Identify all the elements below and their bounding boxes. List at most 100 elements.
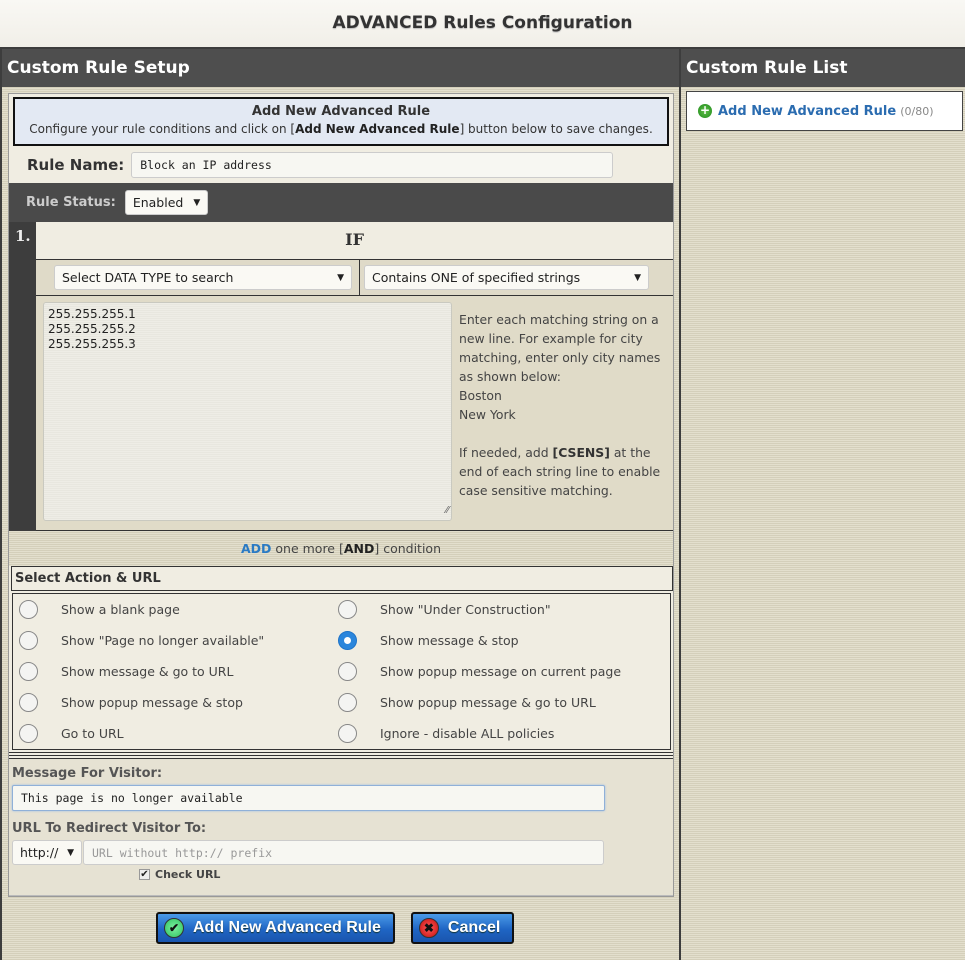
resize-grip-icon[interactable]: ⁄⁄ bbox=[446, 503, 449, 518]
match-type-select[interactable]: Contains ONE of specified strings ▼ bbox=[364, 265, 649, 290]
action-option-go-to-url[interactable]: Go to URL bbox=[13, 718, 332, 749]
option-label: Show message & go to URL bbox=[61, 664, 234, 679]
chevron-down-icon: ▼ bbox=[634, 272, 641, 283]
radio-button[interactable] bbox=[338, 600, 357, 619]
intro-text-part: ] button below to save changes. bbox=[459, 122, 653, 136]
add-condition-link[interactable]: ADD bbox=[241, 541, 271, 556]
action-option-ignore[interactable]: Ignore - disable ALL policies bbox=[332, 718, 652, 749]
option-label: Show "Under Construction" bbox=[380, 602, 551, 617]
option-label: Show message & stop bbox=[380, 633, 519, 648]
option-label: Go to URL bbox=[61, 726, 124, 741]
help-line: as shown below: bbox=[459, 369, 561, 384]
check-url-label: Check URL bbox=[155, 868, 221, 881]
url-label: URL To Redirect Visitor To: bbox=[12, 821, 207, 836]
data-type-value: Select DATA TYPE to search bbox=[62, 270, 234, 285]
help-line: new line. For example for city bbox=[459, 331, 643, 346]
panel-title: Custom Rule List bbox=[681, 49, 965, 87]
action-option-page-no-longer-available[interactable]: Show "Page no longer available" bbox=[13, 625, 332, 656]
chevron-down-icon: ▼ bbox=[193, 197, 201, 208]
add-rule-button-label: Add New Advanced Rule bbox=[193, 919, 381, 936]
radio-button[interactable] bbox=[338, 662, 357, 681]
rule-list-box: + Add New Advanced Rule (0/80) bbox=[686, 91, 963, 131]
rule-setup-form: Add New Advanced Rule Configure your rul… bbox=[8, 93, 674, 897]
help-csens: If needed, add [CSENS] at the end of eac… bbox=[459, 443, 667, 500]
rule-name-label: Rule Name: bbox=[27, 155, 125, 174]
custom-rule-setup-panel: Custom Rule Setup Add New Advanced Rule … bbox=[0, 47, 679, 960]
action-section-heading: Select Action & URL bbox=[11, 566, 673, 591]
url-input[interactable]: URL without http:// prefix bbox=[83, 840, 604, 865]
message-input[interactable]: This page is no longer available bbox=[12, 785, 605, 811]
option-label: Show popup message & go to URL bbox=[380, 695, 596, 710]
add-condition-row: ADD one more [AND] condition bbox=[9, 531, 673, 566]
option-label: Show popup message & stop bbox=[61, 695, 243, 710]
intro-text-part: Configure your rule conditions and click… bbox=[29, 122, 296, 136]
help-line: matching, enter only city names bbox=[459, 350, 661, 365]
close-icon: ✖ bbox=[418, 918, 439, 938]
match-type-value: Contains ONE of specified strings bbox=[372, 270, 581, 285]
data-type-select[interactable]: Select DATA TYPE to search ▼ bbox=[54, 265, 352, 290]
condition-number: 1. bbox=[9, 222, 36, 531]
action-option-under-construction[interactable]: Show "Under Construction" bbox=[332, 594, 652, 625]
rule-status-label: Rule Status: bbox=[26, 195, 116, 210]
action-option-popup-current-page[interactable]: Show popup message on current page bbox=[332, 656, 652, 687]
plus-icon: + bbox=[698, 103, 712, 118]
intro-heading: Add New Advanced Rule bbox=[251, 104, 431, 119]
check-url-checkbox[interactable]: ✔ bbox=[139, 869, 150, 880]
help-line: New York bbox=[459, 407, 516, 422]
protocol-value: http:// bbox=[20, 845, 59, 860]
add-rule-button[interactable]: ✔ Add New Advanced Rule bbox=[156, 912, 395, 944]
help-csens-bold: [CSENS] bbox=[552, 445, 610, 460]
page-title: ADVANCED Rules Configuration bbox=[0, 0, 965, 47]
divider bbox=[9, 752, 673, 759]
add-condition-text: one more [ bbox=[271, 541, 344, 556]
radio-button[interactable] bbox=[19, 724, 38, 743]
help-line: Enter each matching string on a bbox=[459, 312, 659, 327]
custom-rule-list-panel: Custom Rule List + Add New Advanced Rule… bbox=[679, 47, 965, 960]
action-option-popup-stop[interactable]: Show popup message & stop bbox=[13, 687, 332, 718]
match-strings-value: 255.255.255.1 255.255.255.2 255.255.255.… bbox=[48, 307, 136, 351]
action-option-message-go-to-url[interactable]: Show message & go to URL bbox=[13, 656, 332, 687]
radio-button-selected[interactable] bbox=[338, 631, 357, 650]
intro-text-bold: Add New Advanced Rule bbox=[295, 122, 460, 136]
rule-status-row: Rule Status: Enabled ▼ bbox=[9, 183, 673, 222]
radio-button[interactable] bbox=[19, 662, 38, 681]
message-label: Message For Visitor: bbox=[12, 766, 163, 781]
radio-button[interactable] bbox=[338, 693, 357, 712]
help-line: Boston bbox=[459, 388, 502, 403]
cancel-button-label: Cancel bbox=[447, 919, 501, 936]
rule-status-select[interactable]: Enabled ▼ bbox=[124, 190, 209, 215]
rule-name-input[interactable]: Block an IP address bbox=[131, 151, 614, 178]
action-option-blank-page[interactable]: Show a blank page bbox=[13, 594, 332, 625]
option-label: Ignore - disable ALL policies bbox=[380, 726, 555, 741]
add-condition-text: ] condition bbox=[374, 541, 442, 556]
action-options: Show a blank page Show "Under Constructi… bbox=[12, 593, 671, 750]
add-condition-bold: AND bbox=[343, 541, 375, 556]
action-option-show-message-stop[interactable]: Show message & stop bbox=[332, 625, 652, 656]
if-label: IF bbox=[36, 222, 673, 260]
action-option-popup-go-to-url[interactable]: Show popup message & go to URL bbox=[332, 687, 652, 718]
chevron-down-icon: ▼ bbox=[67, 847, 74, 858]
radio-button[interactable] bbox=[19, 693, 38, 712]
option-label: Show popup message on current page bbox=[380, 664, 622, 679]
radio-button[interactable] bbox=[19, 600, 38, 619]
check-url-row[interactable]: ✔ Check URL bbox=[12, 868, 673, 881]
option-label: Show "Page no longer available" bbox=[61, 633, 265, 648]
cancel-button[interactable]: ✖ Cancel bbox=[410, 912, 515, 944]
protocol-select[interactable]: http:// ▼ bbox=[12, 840, 82, 865]
intro-box: Add New Advanced Rule Configure your rul… bbox=[13, 97, 669, 146]
rule-name-row: Rule Name: Block an IP address bbox=[9, 146, 673, 183]
rule-count: (0/80) bbox=[900, 104, 934, 118]
radio-button[interactable] bbox=[19, 631, 38, 650]
panel-title: Custom Rule Setup bbox=[2, 49, 679, 87]
help-csens-part: If needed, add bbox=[459, 445, 553, 460]
option-label: Show a blank page bbox=[61, 602, 180, 617]
message-section: Message For Visitor: This page is no lon… bbox=[9, 759, 673, 896]
chevron-down-icon: ▼ bbox=[337, 272, 344, 283]
radio-button[interactable] bbox=[338, 724, 357, 743]
add-rule-link[interactable]: Add New Advanced Rule bbox=[718, 104, 896, 119]
rule-status-value: Enabled bbox=[132, 195, 184, 210]
form-buttons: ✔ Add New Advanced Rule ✖ Cancel bbox=[156, 912, 515, 944]
checkmark-icon: ✔ bbox=[164, 918, 184, 938]
match-strings-textarea[interactable]: 255.255.255.1 255.255.255.2 255.255.255.… bbox=[43, 302, 452, 521]
intro-text: Configure your rule conditions and click… bbox=[15, 120, 667, 138]
